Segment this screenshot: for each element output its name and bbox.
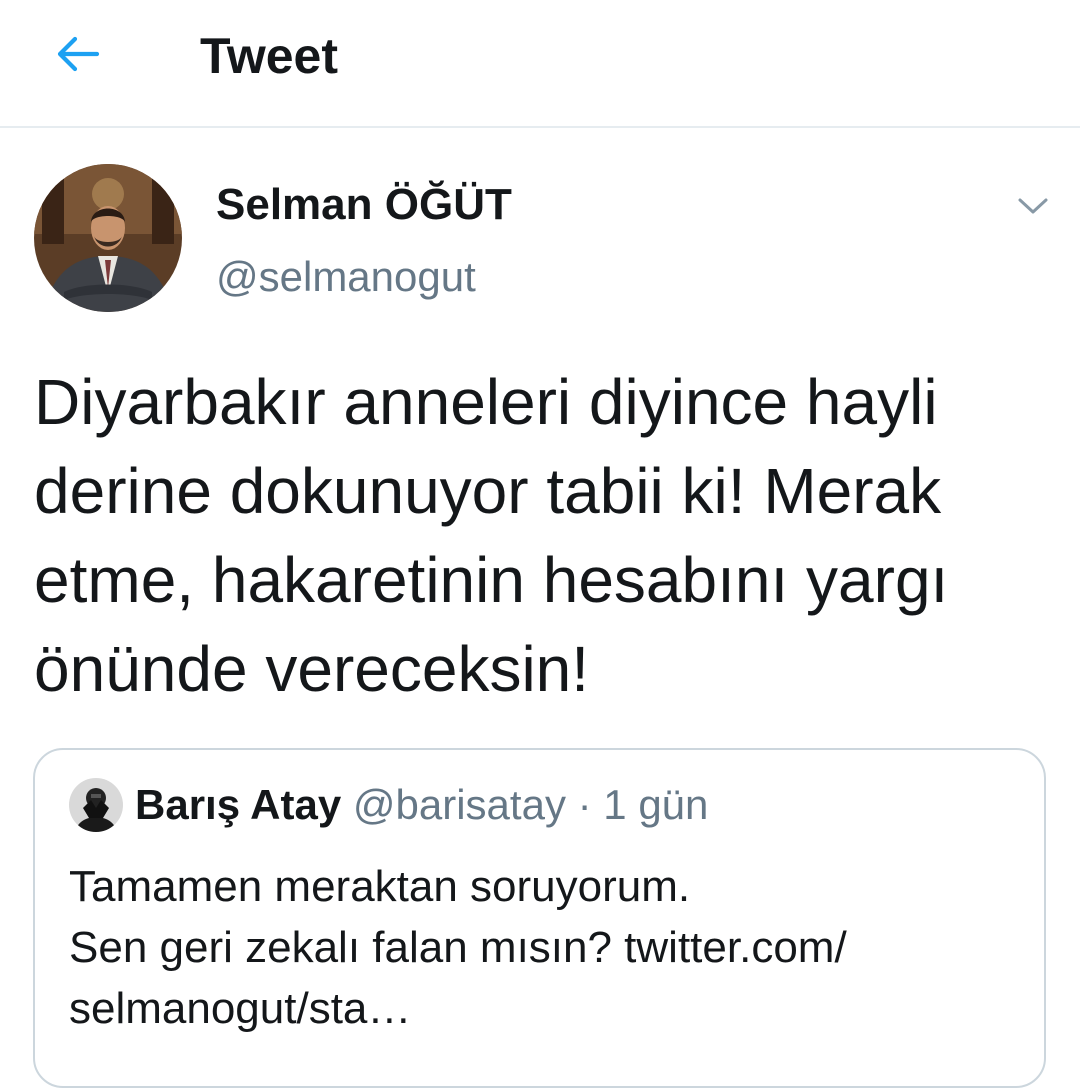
back-button[interactable] bbox=[48, 28, 108, 80]
author-handle[interactable]: @selmanogut bbox=[216, 250, 476, 304]
profile-photo bbox=[34, 164, 182, 312]
quoted-tweet[interactable]: Barış Atay @barisatay · 1 gün Tamamen me… bbox=[33, 748, 1046, 1088]
quoted-tweet-time: 1 gün bbox=[603, 781, 709, 828]
top-bar: Tweet bbox=[0, 0, 1080, 128]
quoted-text-line: selmanogut/sta… bbox=[69, 984, 412, 1033]
chevron-down-icon bbox=[1018, 198, 1048, 214]
quoted-text-line: Sen geri zekalı falan mısın? twitter.com… bbox=[69, 923, 847, 972]
quoted-text-line: Tamamen meraktan soruyorum. bbox=[69, 862, 691, 911]
quoted-author-name: Barış Atay bbox=[135, 781, 342, 828]
tweet-menu-button[interactable] bbox=[1008, 184, 1058, 228]
page-title: Tweet bbox=[200, 28, 338, 84]
quoted-author-handle: @barisatay bbox=[352, 781, 566, 828]
profile-photo bbox=[69, 778, 123, 832]
quoted-author-avatar bbox=[69, 778, 123, 832]
tweet-text: Diyarbakır anneleri diyince hayli derine… bbox=[34, 366, 949, 705]
quoted-tweet-header: Barış Atay @barisatay · 1 gün bbox=[135, 778, 708, 832]
separator-dot: · bbox=[577, 781, 592, 828]
quoted-tweet-text: Tamamen meraktan soruyorum. Sen geri zek… bbox=[69, 856, 1029, 1039]
author-name[interactable]: Selman ÖĞÜT bbox=[216, 178, 512, 232]
arrow-left-icon bbox=[57, 36, 100, 72]
author-avatar[interactable] bbox=[34, 164, 182, 312]
